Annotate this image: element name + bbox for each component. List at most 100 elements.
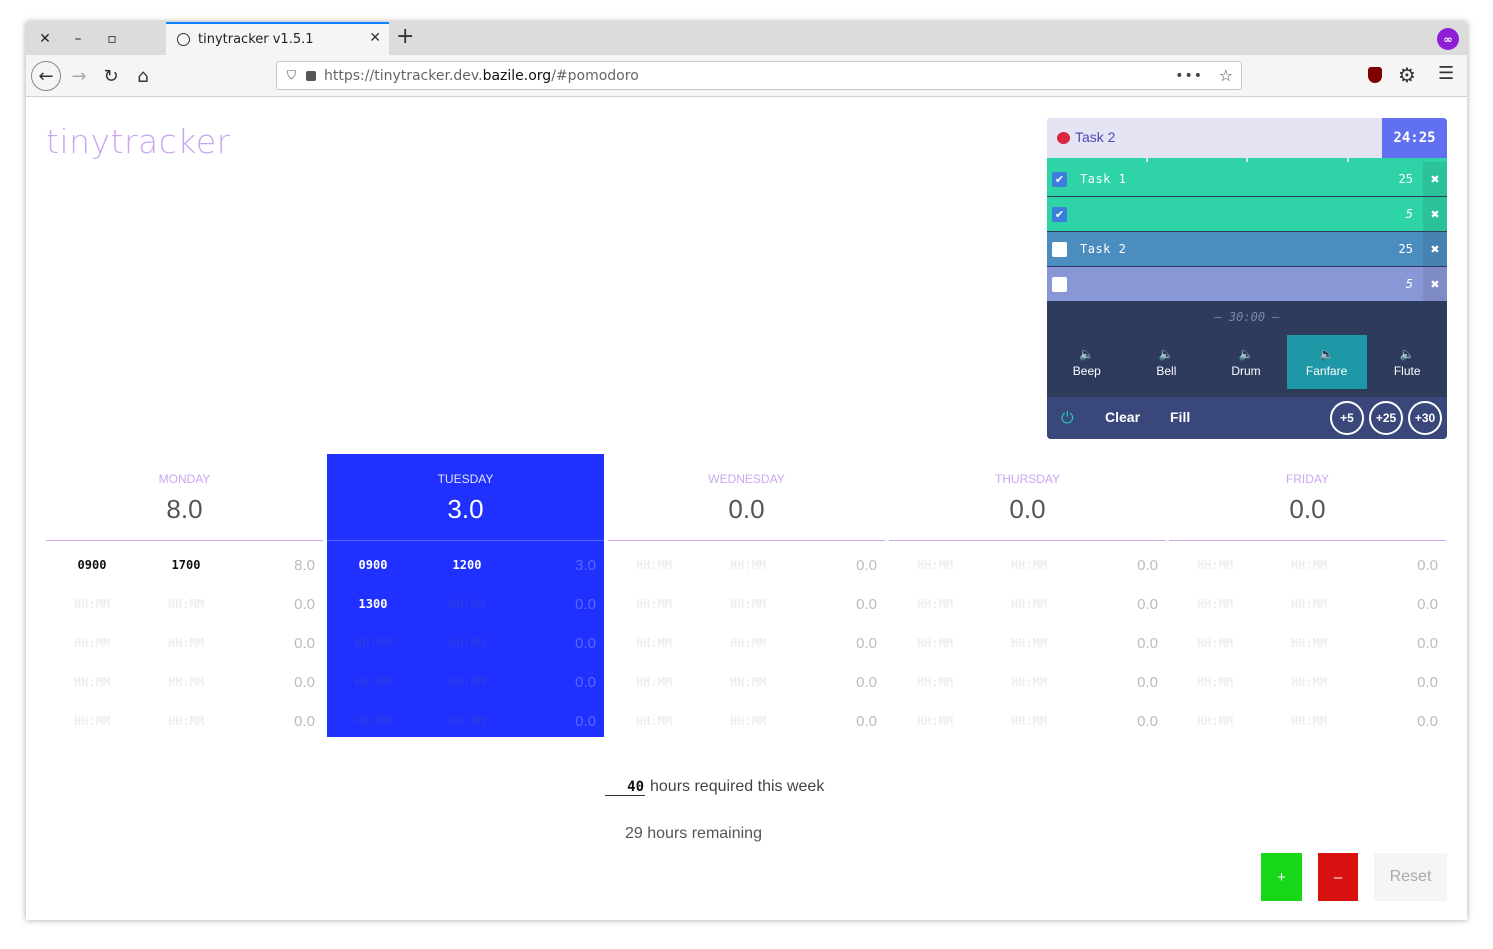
end-time-input[interactable]: HH:MM: [999, 597, 1059, 611]
end-time-input[interactable]: HH:MM: [718, 558, 778, 572]
lock-icon[interactable]: [306, 70, 317, 81]
clear-button[interactable]: Clear: [1105, 409, 1140, 425]
bookmark-star-icon[interactable]: ☆: [1219, 66, 1233, 85]
forward-icon[interactable]: →: [64, 61, 94, 91]
task-checkbox[interactable]: [1052, 276, 1067, 292]
end-time-input[interactable]: HH:MM: [718, 675, 778, 689]
end-time-input[interactable]: HH:MM: [718, 597, 778, 611]
add-30-button[interactable]: +30: [1408, 401, 1442, 435]
add-row-button[interactable]: +: [1261, 853, 1302, 901]
start-time-input[interactable]: HH:MM: [343, 714, 403, 728]
extension-gear-icon[interactable]: ⚙: [1398, 63, 1416, 87]
sound-option-bell[interactable]: 🔈 Bell: [1127, 335, 1205, 389]
end-time-input[interactable]: 1200: [437, 558, 497, 572]
start-time-input[interactable]: HH:MM: [343, 636, 403, 650]
remove-row-button[interactable]: –: [1318, 853, 1358, 901]
task-name[interactable]: Task 2: [1080, 242, 1383, 256]
task-checkbox[interactable]: ✔: [1052, 206, 1067, 222]
app-logo[interactable]: tinytracker: [46, 122, 231, 161]
add-5-button[interactable]: +5: [1330, 401, 1364, 435]
start-time-input[interactable]: HH:MM: [1185, 636, 1245, 650]
end-time-input[interactable]: HH:MM: [437, 597, 497, 611]
end-time-input[interactable]: HH:MM: [156, 597, 216, 611]
speaker-icon: 🔈: [1158, 346, 1174, 361]
end-time-input[interactable]: HH:MM: [999, 558, 1059, 572]
browser-tab[interactable]: tinytracker v1.5.1 ✕: [166, 22, 389, 55]
end-time-input[interactable]: HH:MM: [718, 636, 778, 650]
window-minimize-icon[interactable]: –: [61, 22, 95, 55]
start-time-input[interactable]: HH:MM: [62, 714, 122, 728]
end-time-input[interactable]: HH:MM: [1279, 714, 1339, 728]
start-time-input[interactable]: HH:MM: [905, 675, 965, 689]
page-actions-icon[interactable]: •••: [1175, 68, 1203, 84]
end-time-input[interactable]: HH:MM: [1279, 675, 1339, 689]
hamburger-menu-icon[interactable]: ☰: [1438, 63, 1454, 84]
end-time-input[interactable]: HH:MM: [156, 636, 216, 650]
window-close-icon[interactable]: ✕: [28, 22, 62, 55]
start-time-input[interactable]: HH:MM: [1185, 714, 1245, 728]
task-minutes[interactable]: 25: [1383, 242, 1413, 256]
end-time-input[interactable]: HH:MM: [437, 714, 497, 728]
url-bar[interactable]: ⛉ https://tinytracker.dev.bazile.org/#po…: [276, 61, 1242, 90]
end-time-input[interactable]: HH:MM: [1279, 636, 1339, 650]
task-name[interactable]: Task 1: [1080, 172, 1383, 186]
power-icon[interactable]: ⏻: [1061, 408, 1074, 428]
start-time-input[interactable]: 1300: [343, 597, 403, 611]
delete-task-icon[interactable]: ✖: [1423, 197, 1447, 231]
start-time-input[interactable]: HH:MM: [905, 597, 965, 611]
start-time-input[interactable]: HH:MM: [343, 675, 403, 689]
new-tab-icon[interactable]: +: [396, 24, 414, 49]
start-time-input[interactable]: HH:MM: [905, 636, 965, 650]
sound-option-flute[interactable]: 🔈 Flute: [1368, 335, 1446, 389]
start-time-input[interactable]: HH:MM: [624, 558, 684, 572]
start-time-input[interactable]: HH:MM: [624, 636, 684, 650]
home-icon[interactable]: ⌂: [128, 61, 158, 91]
start-time-input[interactable]: HH:MM: [1185, 558, 1245, 572]
add-25-button[interactable]: +25: [1369, 401, 1403, 435]
end-time-input[interactable]: HH:MM: [1279, 558, 1339, 572]
delete-task-icon[interactable]: ✖: [1423, 162, 1447, 196]
tracking-shield-icon[interactable]: ⛉: [287, 68, 296, 83]
start-time-input[interactable]: HH:MM: [905, 714, 965, 728]
end-time-input[interactable]: HH:MM: [156, 714, 216, 728]
delete-task-icon[interactable]: ✖: [1423, 267, 1447, 301]
task-checkbox[interactable]: [1052, 241, 1067, 257]
pomodoro-timer[interactable]: 24:25: [1382, 118, 1447, 158]
end-time-input[interactable]: HH:MM: [156, 675, 216, 689]
start-time-input[interactable]: HH:MM: [905, 558, 965, 572]
start-time-input[interactable]: 0900: [343, 558, 403, 572]
end-time-input[interactable]: HH:MM: [999, 675, 1059, 689]
start-time-input[interactable]: HH:MM: [624, 597, 684, 611]
sound-option-beep[interactable]: 🔈 Beep: [1048, 335, 1126, 389]
start-time-input[interactable]: HH:MM: [1185, 597, 1245, 611]
end-time-input[interactable]: 1700: [156, 558, 216, 572]
end-time-input[interactable]: HH:MM: [1279, 597, 1339, 611]
tab-close-icon[interactable]: ✕: [369, 30, 381, 46]
fill-button[interactable]: Fill: [1170, 409, 1190, 425]
end-time-input[interactable]: HH:MM: [999, 714, 1059, 728]
task-minutes[interactable]: 25: [1383, 172, 1413, 186]
start-time-input[interactable]: HH:MM: [62, 597, 122, 611]
back-icon[interactable]: ←: [31, 61, 61, 91]
end-time-input[interactable]: HH:MM: [718, 714, 778, 728]
end-time-input[interactable]: HH:MM: [437, 636, 497, 650]
start-time-input[interactable]: HH:MM: [62, 636, 122, 650]
task-minutes[interactable]: 5: [1383, 207, 1413, 221]
start-time-input[interactable]: HH:MM: [624, 714, 684, 728]
sound-option-fanfare[interactable]: 🔈 Fanfare: [1286, 335, 1367, 389]
reload-icon[interactable]: ↻: [96, 61, 126, 91]
sound-option-drum[interactable]: 🔈 Drum: [1207, 335, 1285, 389]
reset-button[interactable]: Reset: [1374, 853, 1447, 901]
task-minutes[interactable]: 5: [1383, 277, 1413, 291]
window-maximize-icon[interactable]: ▫: [95, 22, 129, 55]
ublock-origin-icon[interactable]: [1368, 67, 1382, 83]
required-hours-input[interactable]: 40: [605, 779, 645, 796]
task-checkbox[interactable]: ✔: [1052, 171, 1067, 187]
start-time-input[interactable]: HH:MM: [624, 675, 684, 689]
end-time-input[interactable]: HH:MM: [999, 636, 1059, 650]
start-time-input[interactable]: 0900: [62, 558, 122, 572]
start-time-input[interactable]: HH:MM: [62, 675, 122, 689]
start-time-input[interactable]: HH:MM: [1185, 675, 1245, 689]
end-time-input[interactable]: HH:MM: [437, 675, 497, 689]
delete-task-icon[interactable]: ✖: [1423, 232, 1447, 266]
